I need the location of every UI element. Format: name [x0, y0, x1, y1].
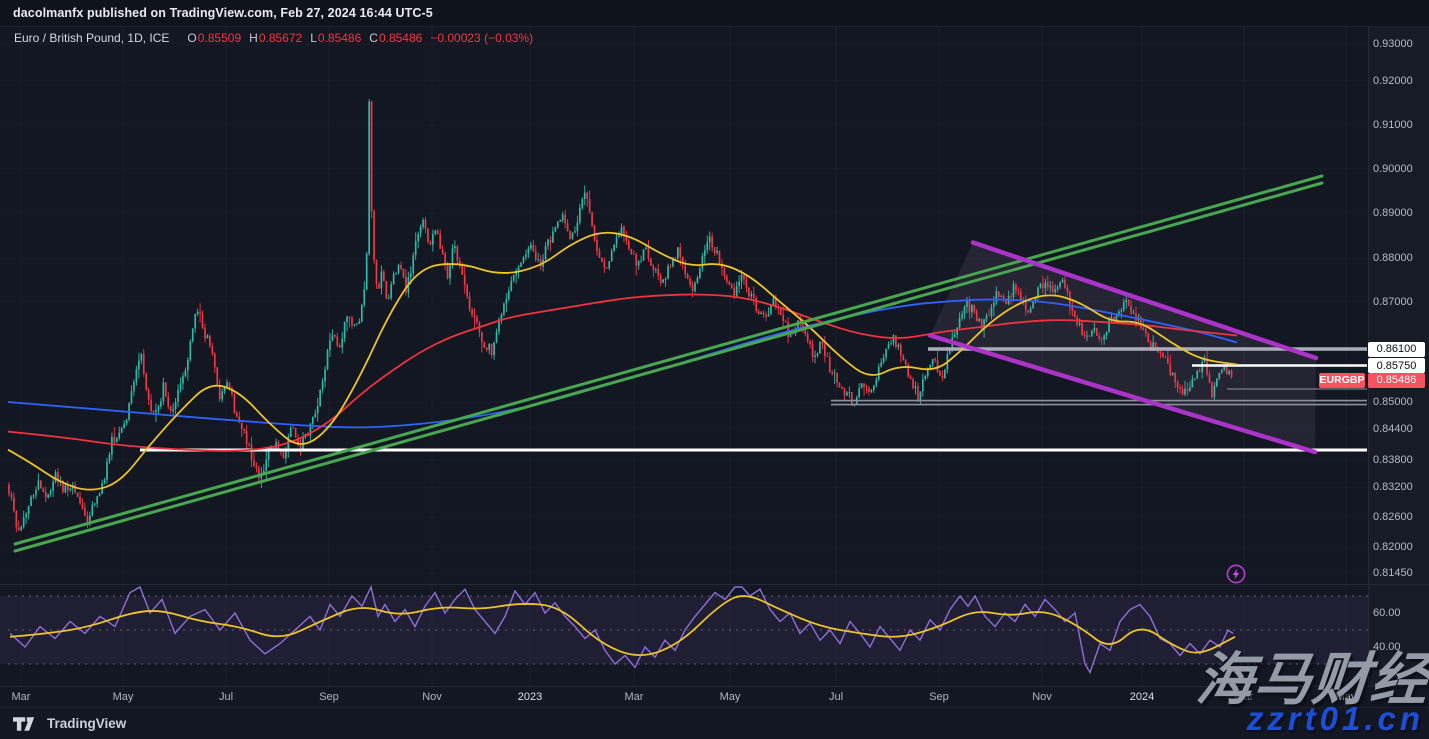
time-tick-2023: 2023 — [518, 691, 542, 703]
publish-attribution-bar: dacolmanfx published on TradingView.com,… — [0, 0, 1429, 27]
lightning-bolt-icon — [1233, 568, 1240, 579]
price-tick-0.89000: 0.89000 — [1373, 206, 1413, 220]
time-tick-Mar: Mar — [12, 691, 31, 703]
price-tick-0.82600: 0.82600 — [1373, 510, 1413, 524]
price-tick-0.88000: 0.88000 — [1373, 251, 1413, 265]
open-value: 0.85509 — [198, 31, 241, 45]
close-label: C — [369, 31, 378, 45]
price-tick-0.81450: 0.81450 — [1373, 566, 1413, 580]
high-value: 0.85672 — [259, 31, 302, 45]
main-pane[interactable] — [8, 99, 1367, 551]
ticker-badge: EURGBP — [1319, 373, 1365, 388]
tradingview-logo-icon — [13, 716, 40, 732]
low-label: L — [310, 31, 317, 45]
time-tick-May: May — [720, 691, 741, 703]
price-tick-0.83800: 0.83800 — [1373, 453, 1413, 467]
tradingview-published-chart: dacolmanfx published on TradingView.com,… — [0, 0, 1429, 739]
tradingview-logo-text: TradingView — [47, 716, 126, 731]
low-value: 0.85486 — [318, 31, 361, 45]
time-tick-May: May — [113, 691, 134, 703]
symbol-title: Euro / British Pound, 1D, ICE — [14, 31, 169, 45]
price-tick-60.00: 60.00 — [1373, 606, 1401, 620]
close-value: 0.85486 — [379, 31, 422, 45]
price-tick-0.87000: 0.87000 — [1373, 295, 1413, 309]
last-price-badge: 0.85486 — [1368, 373, 1425, 388]
time-tick-Sep: Sep — [319, 691, 339, 703]
price-tick-0.90000: 0.90000 — [1373, 162, 1413, 176]
time-tick-2024: 2024 — [1130, 691, 1154, 703]
rsi-pane[interactable] — [0, 587, 1368, 673]
price-tick-0.92000: 0.92000 — [1373, 74, 1413, 88]
high-label: H — [249, 31, 258, 45]
symbol-legend[interactable]: Euro / British Pound, 1D, ICE O 0.85509 … — [14, 31, 533, 45]
price-tick-0.93000: 0.93000 — [1373, 37, 1413, 51]
time-tick-Jul: Jul — [829, 691, 843, 703]
open-label: O — [187, 31, 196, 45]
time-tick-Mar: Mar — [625, 691, 644, 703]
level-price-badge-0.86100: 0.86100 — [1368, 342, 1425, 357]
level-price-badge-0.85750: 0.85750 — [1368, 358, 1425, 373]
attribution-text: dacolmanfx published on TradingView.com,… — [13, 6, 433, 20]
price-tick-0.84400: 0.84400 — [1373, 422, 1413, 436]
chart-canvas[interactable] — [0, 0, 1429, 739]
time-tick-Jul: Jul — [219, 691, 233, 703]
flash-icon[interactable] — [1225, 563, 1247, 585]
watermark-url: zzrt01.cn — [1247, 700, 1424, 738]
tradingview-logo[interactable]: TradingView — [13, 716, 126, 732]
time-tick-Nov: Nov — [1032, 691, 1052, 703]
time-tick-Sep: Sep — [929, 691, 949, 703]
price-tick-0.82000: 0.82000 — [1373, 540, 1413, 554]
price-tick-0.91000: 0.91000 — [1373, 118, 1413, 132]
price-tick-0.83200: 0.83200 — [1373, 480, 1413, 494]
change-value: −0.00023 (−0.03%) — [430, 31, 533, 45]
price-tick-0.85000: 0.85000 — [1373, 395, 1413, 409]
time-tick-Nov: Nov — [422, 691, 442, 703]
